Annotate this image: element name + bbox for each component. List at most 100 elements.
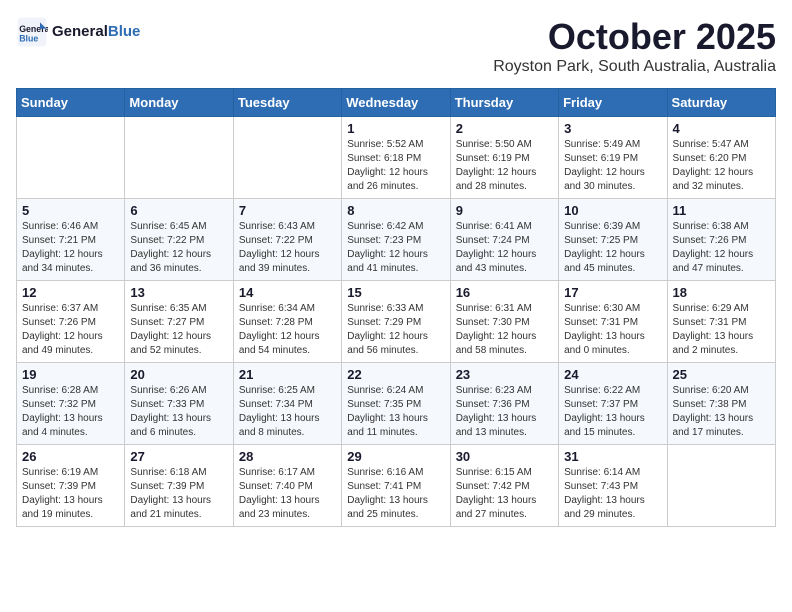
day-info: Sunrise: 6:28 AM Sunset: 7:32 PM Dayligh…	[22, 384, 119, 440]
day-info: Sunrise: 6:38 AM Sunset: 7:26 PM Dayligh…	[673, 220, 770, 276]
day-info: Sunrise: 6:39 AM Sunset: 7:25 PM Dayligh…	[564, 220, 661, 276]
col-header-thursday: Thursday	[450, 89, 558, 117]
calendar-cell: 22 Sunrise: 6:24 AM Sunset: 7:35 PM Dayli…	[342, 363, 450, 445]
day-number: 2	[456, 121, 553, 136]
title-block: October 2025 Royston Park, South Austral…	[493, 16, 776, 76]
day-number: 31	[564, 449, 661, 464]
day-number: 10	[564, 203, 661, 218]
day-number: 6	[130, 203, 227, 218]
day-info: Sunrise: 5:47 AM Sunset: 6:20 PM Dayligh…	[673, 138, 770, 194]
day-number: 21	[239, 367, 336, 382]
logo-text-blue: Blue	[108, 23, 141, 40]
day-info: Sunrise: 5:52 AM Sunset: 6:18 PM Dayligh…	[347, 138, 444, 194]
day-info: Sunrise: 6:17 AM Sunset: 7:40 PM Dayligh…	[239, 466, 336, 522]
day-number: 30	[456, 449, 553, 464]
day-number: 28	[239, 449, 336, 464]
calendar-cell: 6 Sunrise: 6:45 AM Sunset: 7:22 PM Daylig…	[125, 199, 233, 281]
day-number: 29	[347, 449, 444, 464]
day-info: Sunrise: 6:23 AM Sunset: 7:36 PM Dayligh…	[456, 384, 553, 440]
day-info: Sunrise: 6:33 AM Sunset: 7:29 PM Dayligh…	[347, 302, 444, 358]
col-header-saturday: Saturday	[667, 89, 775, 117]
svg-text:General: General	[19, 24, 48, 34]
col-header-monday: Monday	[125, 89, 233, 117]
day-info: Sunrise: 6:35 AM Sunset: 7:27 PM Dayligh…	[130, 302, 227, 358]
day-number: 13	[130, 285, 227, 300]
calendar-cell: 26 Sunrise: 6:19 AM Sunset: 7:39 PM Dayli…	[17, 445, 125, 527]
day-number: 12	[22, 285, 119, 300]
day-number: 4	[673, 121, 770, 136]
day-info: Sunrise: 6:31 AM Sunset: 7:30 PM Dayligh…	[456, 302, 553, 358]
day-info: Sunrise: 6:29 AM Sunset: 7:31 PM Dayligh…	[673, 302, 770, 358]
calendar-cell: 13 Sunrise: 6:35 AM Sunset: 7:27 PM Dayli…	[125, 281, 233, 363]
day-number: 11	[673, 203, 770, 218]
calendar-cell	[667, 445, 775, 527]
calendar-cell: 17Sunrise: 6:30 AM Sunset: 7:31 PM Dayli…	[559, 281, 667, 363]
page-header: General Blue GeneralBlue October 2025 Ro…	[16, 16, 776, 76]
day-info: Sunrise: 6:43 AM Sunset: 7:22 PM Dayligh…	[239, 220, 336, 276]
calendar-cell: 9 Sunrise: 6:41 AM Sunset: 7:24 PM Daylig…	[450, 199, 558, 281]
calendar-cell: 5 Sunrise: 6:46 AM Sunset: 7:21 PM Daylig…	[17, 199, 125, 281]
day-number: 19	[22, 367, 119, 382]
day-number: 20	[130, 367, 227, 382]
calendar-cell: 7Sunrise: 6:43 AM Sunset: 7:22 PM Daylig…	[233, 199, 341, 281]
calendar-cell	[125, 117, 233, 199]
calendar-cell: 11 Sunrise: 6:38 AM Sunset: 7:26 PM Dayli…	[667, 199, 775, 281]
day-info: Sunrise: 6:20 AM Sunset: 7:38 PM Dayligh…	[673, 384, 770, 440]
calendar-cell: 18 Sunrise: 6:29 AM Sunset: 7:31 PM Dayli…	[667, 281, 775, 363]
calendar-cell: 2 Sunrise: 5:50 AM Sunset: 6:19 PM Daylig…	[450, 117, 558, 199]
day-number: 16	[456, 285, 553, 300]
calendar-cell: 15 Sunrise: 6:33 AM Sunset: 7:29 PM Dayli…	[342, 281, 450, 363]
calendar-cell: 27 Sunrise: 6:18 AM Sunset: 7:39 PM Dayli…	[125, 445, 233, 527]
day-number: 24	[564, 367, 661, 382]
calendar-cell	[233, 117, 341, 199]
day-info: Sunrise: 6:45 AM Sunset: 7:22 PM Dayligh…	[130, 220, 227, 276]
day-info: Sunrise: 6:46 AM Sunset: 7:21 PM Dayligh…	[22, 220, 119, 276]
day-number: 15	[347, 285, 444, 300]
month-title: October 2025	[493, 16, 776, 58]
day-number: 14	[239, 285, 336, 300]
day-number: 8	[347, 203, 444, 218]
day-info: Sunrise: 6:16 AM Sunset: 7:41 PM Dayligh…	[347, 466, 444, 522]
calendar-week-row: 1 Sunrise: 5:52 AM Sunset: 6:18 PM Daylig…	[17, 117, 776, 199]
calendar-cell: 1 Sunrise: 5:52 AM Sunset: 6:18 PM Daylig…	[342, 117, 450, 199]
day-info: Sunrise: 6:24 AM Sunset: 7:35 PM Dayligh…	[347, 384, 444, 440]
day-info: Sunrise: 6:18 AM Sunset: 7:39 PM Dayligh…	[130, 466, 227, 522]
day-number: 22	[347, 367, 444, 382]
day-number: 27	[130, 449, 227, 464]
day-number: 26	[22, 449, 119, 464]
day-number: 9	[456, 203, 553, 218]
day-info: Sunrise: 6:25 AM Sunset: 7:34 PM Dayligh…	[239, 384, 336, 440]
calendar-cell: 10 Sunrise: 6:39 AM Sunset: 7:25 PM Dayli…	[559, 199, 667, 281]
day-info: Sunrise: 6:22 AM Sunset: 7:37 PM Dayligh…	[564, 384, 661, 440]
calendar-cell: 12 Sunrise: 6:37 AM Sunset: 7:26 PM Dayli…	[17, 281, 125, 363]
calendar-cell: 24 Sunrise: 6:22 AM Sunset: 7:37 PM Dayli…	[559, 363, 667, 445]
day-info: Sunrise: 6:34 AM Sunset: 7:28 PM Dayligh…	[239, 302, 336, 358]
day-info: Sunrise: 6:42 AM Sunset: 7:23 PM Dayligh…	[347, 220, 444, 276]
calendar-week-row: 19 Sunrise: 6:28 AM Sunset: 7:32 PM Dayli…	[17, 363, 776, 445]
day-info: Sunrise: 5:49 AM Sunset: 6:19 PM Dayligh…	[564, 138, 661, 194]
calendar-header-row: SundayMondayTuesdayWednesdayThursdayFrid…	[17, 89, 776, 117]
calendar-cell: 21 Sunrise: 6:25 AM Sunset: 7:34 PM Dayli…	[233, 363, 341, 445]
day-info: Sunrise: 6:30 AM Sunset: 7:31 PM Dayligh…	[564, 302, 661, 358]
day-info: Sunrise: 6:41 AM Sunset: 7:24 PM Dayligh…	[456, 220, 553, 276]
col-header-sunday: Sunday	[17, 89, 125, 117]
day-info: Sunrise: 6:37 AM Sunset: 7:26 PM Dayligh…	[22, 302, 119, 358]
calendar-cell: 30 Sunrise: 6:15 AM Sunset: 7:42 PM Dayli…	[450, 445, 558, 527]
day-number: 5	[22, 203, 119, 218]
day-number: 1	[347, 121, 444, 136]
calendar-week-row: 12 Sunrise: 6:37 AM Sunset: 7:26 PM Dayli…	[17, 281, 776, 363]
day-info: Sunrise: 6:19 AM Sunset: 7:39 PM Dayligh…	[22, 466, 119, 522]
day-info: Sunrise: 5:50 AM Sunset: 6:19 PM Dayligh…	[456, 138, 553, 194]
calendar-cell: 25Sunrise: 6:20 AM Sunset: 7:38 PM Dayli…	[667, 363, 775, 445]
calendar-cell: 3 Sunrise: 5:49 AM Sunset: 6:19 PM Daylig…	[559, 117, 667, 199]
calendar-week-row: 5 Sunrise: 6:46 AM Sunset: 7:21 PM Daylig…	[17, 199, 776, 281]
col-header-friday: Friday	[559, 89, 667, 117]
col-header-wednesday: Wednesday	[342, 89, 450, 117]
day-info: Sunrise: 6:15 AM Sunset: 7:42 PM Dayligh…	[456, 466, 553, 522]
calendar-week-row: 26 Sunrise: 6:19 AM Sunset: 7:39 PM Dayli…	[17, 445, 776, 527]
calendar-cell: 28 Sunrise: 6:17 AM Sunset: 7:40 PM Dayli…	[233, 445, 341, 527]
day-number: 3	[564, 121, 661, 136]
location-title: Royston Park, South Australia, Australia	[493, 58, 776, 76]
day-number: 18	[673, 285, 770, 300]
logo-text-general: General	[52, 23, 108, 40]
